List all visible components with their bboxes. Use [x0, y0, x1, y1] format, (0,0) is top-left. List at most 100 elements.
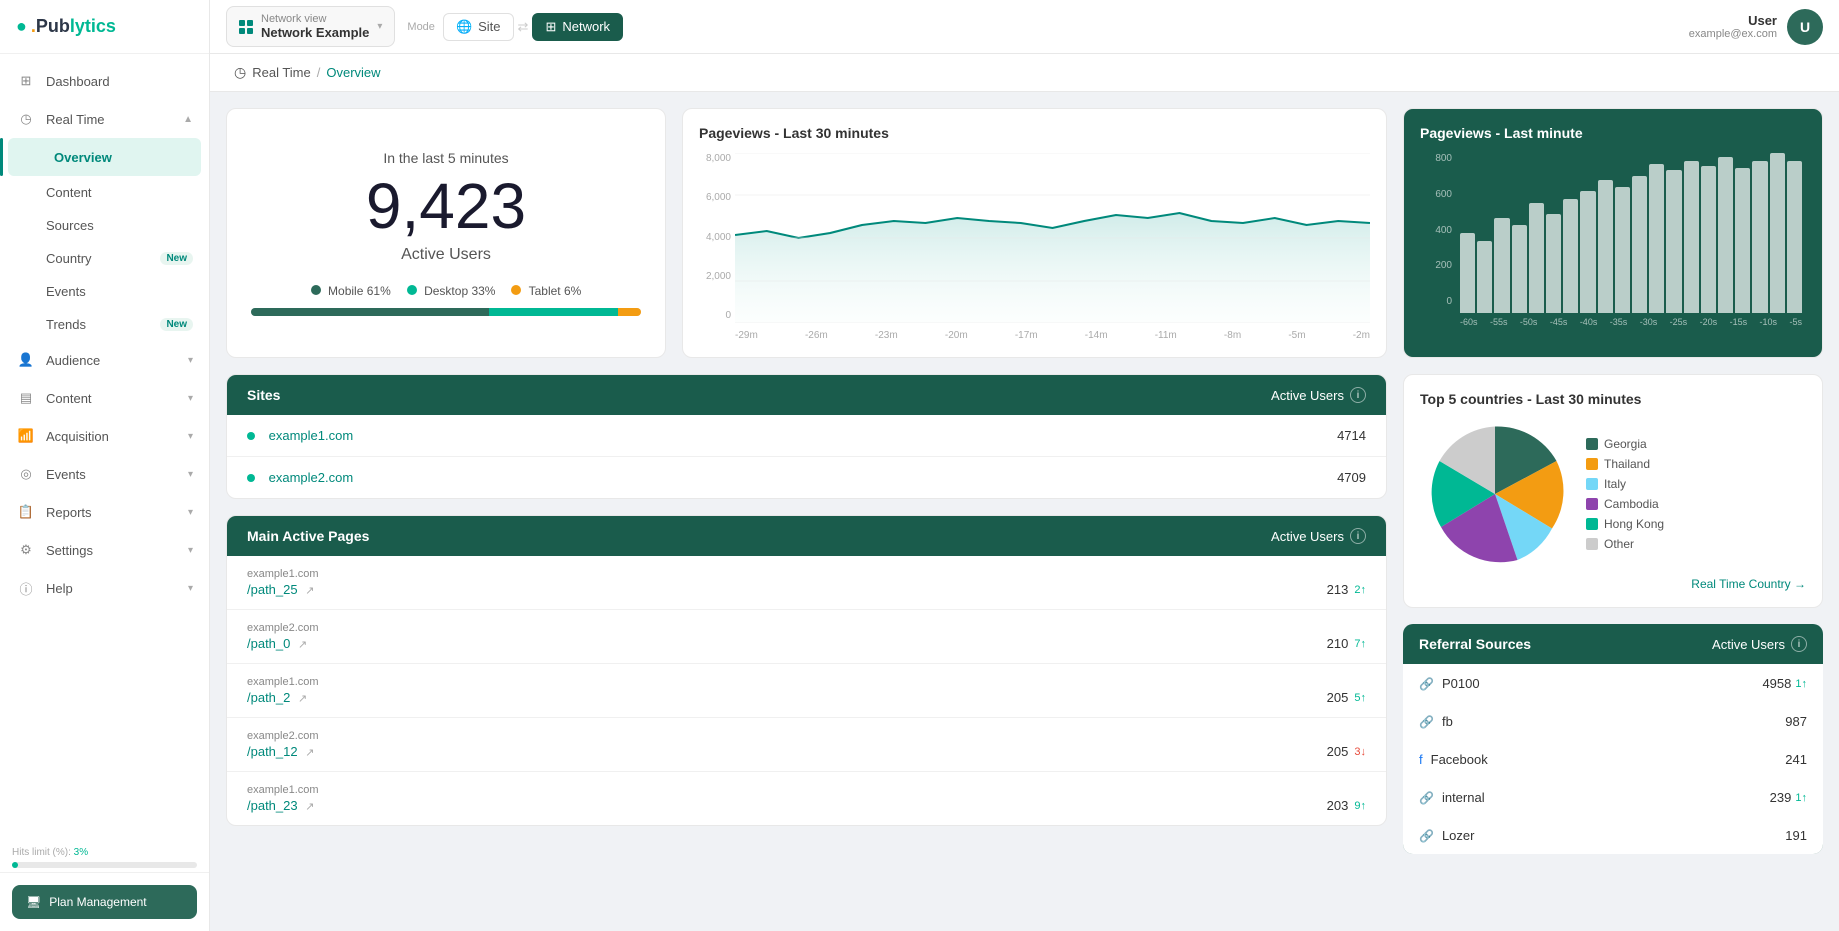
logo-text: .Publytics	[31, 16, 116, 37]
pages-col1: Main Active Pages	[247, 528, 369, 544]
topbar-left: Network view Network Example ▾ Mode 🌐 Si…	[226, 6, 623, 47]
content-icon: ▤	[16, 388, 36, 408]
sidebar-item-label: Help	[46, 581, 188, 596]
bar	[1580, 191, 1595, 313]
ref-count: 191	[1785, 828, 1807, 843]
dashboard-icon: ⊞	[16, 71, 36, 91]
page-path[interactable]: /path_23	[247, 798, 298, 813]
active-users-subtitle: In the last 5 minutes	[383, 150, 508, 166]
hits-label: Hits limit (%): 3%	[12, 847, 197, 858]
mode-section: Mode 🌐 Site ⇄ ⊞ Network	[407, 13, 623, 41]
link-icon: 🔗	[1419, 677, 1434, 691]
acquisition-icon: 📶	[16, 426, 36, 446]
plan-icon: 🖥	[26, 895, 41, 909]
page-count: 205	[1327, 744, 1349, 759]
sidebar-item-sources[interactable]: Sources	[0, 209, 209, 242]
site-name: example1.com	[247, 428, 353, 443]
bar	[1477, 241, 1492, 313]
pv30-title: Pageviews - Last 30 minutes	[699, 125, 1370, 141]
plan-management-button[interactable]: 🖥 Plan Management	[12, 885, 197, 919]
ref-name: Lozer	[1442, 828, 1475, 843]
sidebar-item-audience[interactable]: 👤 Audience ▾	[0, 341, 209, 379]
facebook-icon: f	[1419, 752, 1423, 767]
sidebar-nav: ⊞ Dashboard ◷ Real Time ▲ Overview Conte…	[0, 54, 209, 839]
countries-content: Georgia Thailand Italy	[1420, 419, 1806, 569]
pageviews-1min-card: Pageviews - Last minute 800 600 400 200 …	[1403, 108, 1823, 358]
pv1m-title: Pageviews - Last minute	[1420, 125, 1806, 141]
info-icon[interactable]: i	[1350, 528, 1366, 544]
page-path[interactable]: /path_12	[247, 744, 298, 759]
sidebar-item-label: Events	[46, 284, 193, 299]
bar	[1546, 214, 1561, 313]
page-path-link: /path_2 ↗	[247, 690, 307, 705]
site-mode-button[interactable]: 🌐 Site	[443, 13, 514, 41]
ref-source: 🔗 Lozer	[1419, 828, 1474, 843]
sidebar-item-country[interactable]: Country New	[0, 242, 209, 275]
trend-up-icon: 5↑	[1354, 692, 1366, 704]
legend-label: Georgia	[1604, 437, 1647, 451]
page-count: 203	[1327, 798, 1349, 813]
trend-up-icon: 1↑	[1795, 678, 1807, 690]
referral-row: 🔗 Lozer 191	[1403, 816, 1823, 854]
sidebar-item-trends[interactable]: Trends New	[0, 308, 209, 341]
sidebar-item-overview[interactable]: Overview	[8, 138, 201, 176]
page-count: 213	[1327, 582, 1349, 597]
plan-label: Plan Management	[49, 895, 146, 909]
logo-icon: ●	[16, 16, 27, 37]
referral-title: Referral Sources	[1419, 636, 1531, 652]
desktop-legend-item: Desktop 33%	[407, 284, 496, 298]
sidebar-item-events[interactable]: Events	[0, 275, 209, 308]
referral-row: f Facebook 241	[1403, 740, 1823, 778]
link-icon: 🔗	[1419, 715, 1434, 729]
sidebar-item-content[interactable]: Content	[0, 176, 209, 209]
site-name-label[interactable]: example1.com	[269, 428, 354, 443]
bar	[1649, 164, 1664, 313]
user-email: example@ex.com	[1689, 28, 1777, 40]
page-domain: example2.com	[247, 622, 1366, 634]
avatar[interactable]: U	[1787, 9, 1823, 45]
bar	[1598, 180, 1613, 313]
pages-col2: Active Users	[1271, 529, 1344, 544]
legend-label: Other	[1604, 537, 1634, 551]
sidebar: ● .Publytics ⊞ Dashboard ◷ Real Time ▲ O…	[0, 0, 210, 931]
page-path-row: /path_0 ↗ 210 7↑	[247, 636, 1366, 651]
network-view-selector[interactable]: Network view Network Example ▾	[226, 6, 395, 47]
page-path-link: /path_25 ↗	[247, 582, 314, 597]
sidebar-item-help[interactable]: ⓘ Help ▾	[0, 569, 209, 607]
active-users-card: In the last 5 minutes 9,423 Active Users…	[226, 108, 666, 358]
page-path[interactable]: /path_25	[247, 582, 298, 597]
countries-legend: Georgia Thailand Italy	[1586, 437, 1664, 551]
new-badge: New	[160, 252, 193, 265]
page-path-link: /path_23 ↗	[247, 798, 314, 813]
info-icon[interactable]: i	[1350, 387, 1366, 403]
page-users: 205 3↓	[1327, 744, 1366, 759]
site-users: 4709	[1337, 470, 1366, 485]
info-icon[interactable]: i	[1791, 636, 1807, 652]
sidebar-item-content2[interactable]: ▤ Content ▾	[0, 379, 209, 417]
pv1m-chart: 800 600 400 200 0 -60s -55s -50s -4	[1420, 153, 1806, 327]
sidebar-item-acquisition[interactable]: 📶 Acquisition ▾	[0, 417, 209, 455]
audience-icon: 👤	[16, 350, 36, 370]
pages-col2-wrap: Active Users i	[1271, 528, 1366, 544]
network-view-label: Network view	[261, 13, 369, 25]
sidebar-item-dashboard[interactable]: ⊞ Dashboard	[0, 62, 209, 100]
tablet-pct: Tablet 6%	[529, 284, 582, 298]
events-icon: ◎	[16, 464, 36, 484]
real-time-country-link[interactable]: Real Time Country →	[1420, 577, 1806, 591]
sidebar-item-events2[interactable]: ◎ Events ▾	[0, 455, 209, 493]
network-icon: ⊞	[545, 19, 556, 35]
sidebar-item-reports[interactable]: 📋 Reports ▾	[0, 493, 209, 531]
site-name-label[interactable]: example2.com	[269, 470, 354, 485]
sidebar-item-realtime[interactable]: ◷ Real Time ▲	[0, 100, 209, 138]
external-link-icon: ↗	[298, 639, 307, 651]
page-path[interactable]: /path_0	[247, 636, 290, 651]
chevron-down-icon: ▾	[188, 355, 193, 366]
network-mode-button[interactable]: ⊞ Network	[532, 13, 623, 41]
sites-table-header: Sites Active Users i	[227, 375, 1386, 415]
sidebar-item-label: Trends	[46, 317, 160, 332]
bar	[1701, 166, 1716, 313]
sites-card: Sites Active Users i example1.com 4714	[226, 374, 1387, 499]
ref-source: 🔗 P0100	[1419, 676, 1480, 691]
sidebar-item-settings[interactable]: ⚙ Settings ▾	[0, 531, 209, 569]
page-path[interactable]: /path_2	[247, 690, 290, 705]
